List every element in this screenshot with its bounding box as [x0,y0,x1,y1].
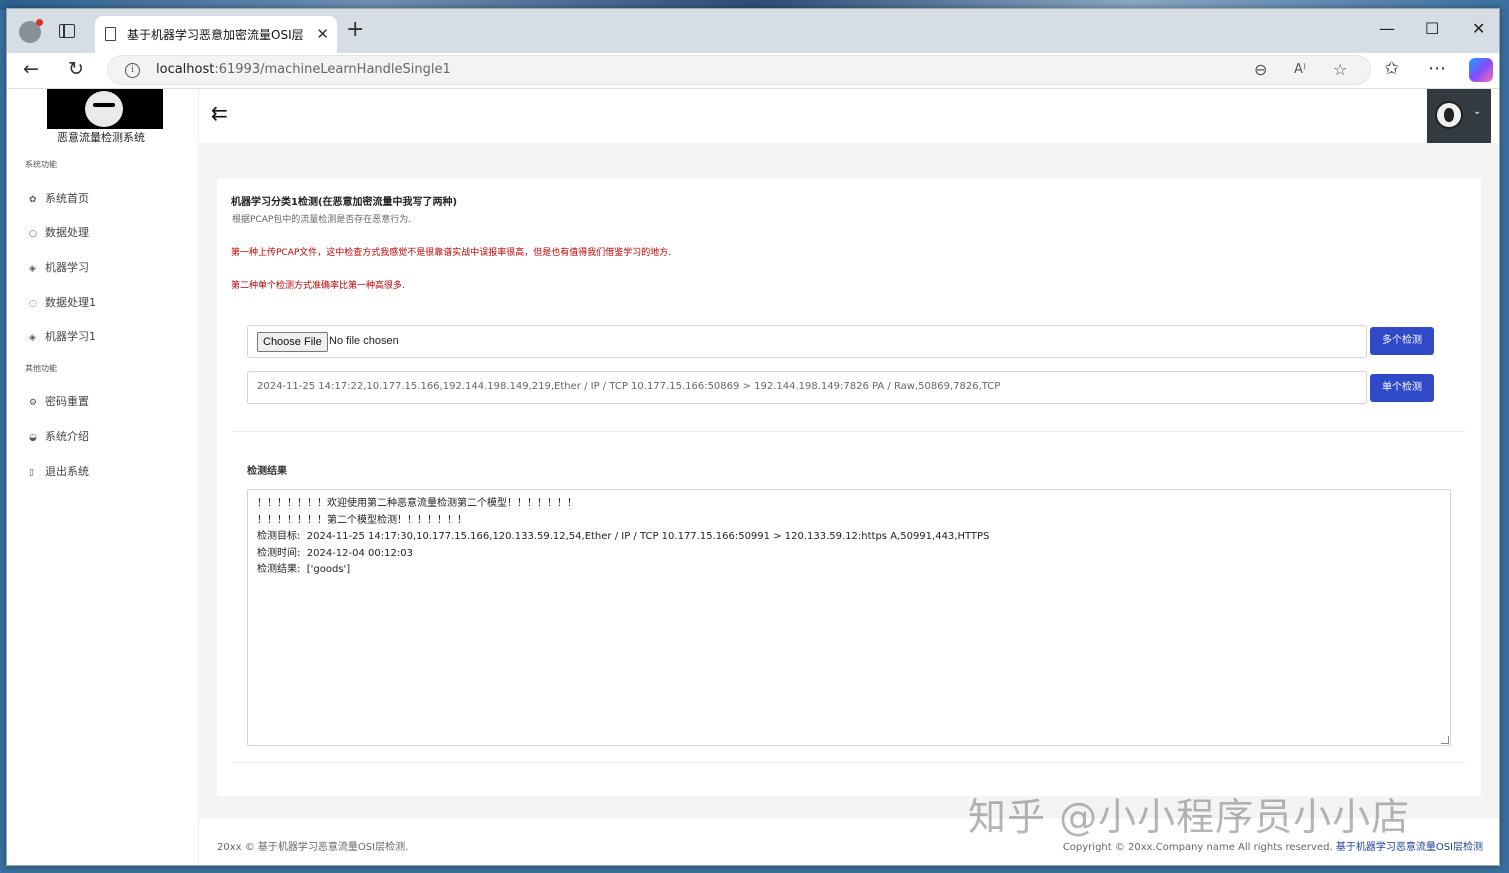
browser-window: 基于机器学习恶意加密流量OSI层检测 ✕ + — ☐ ✕ ← ↻ i local… [6,8,1500,866]
result-label: 检测结果 [247,466,287,477]
divider [233,762,1465,763]
web-page: 恶意流量检测系统 系统功能 ✿ 系统首页 ○ 数据处理 ◈ 机器学习 ◌ 数据处理1 ◈… [7,89,1499,865]
key-icon: ⚙ [29,398,38,408]
divider [233,431,1465,432]
sidebar-item-home[interactable]: ✿ 系统首页 [29,190,89,206]
file-status: No file chosen [329,335,399,347]
profile-icon[interactable] [19,19,43,43]
result-line: 检测时间: 2024-12-04 00:12:03 [257,547,413,559]
info-icon: ◒ [29,433,37,443]
sidebar-item-label: 数据处理1 [45,296,96,309]
result-line: ！！！！！！！第二个模型检测！！！！！！！ [257,514,467,526]
more-icon[interactable]: ⋯ [1428,58,1446,79]
logout-icon: ▯ [29,468,34,478]
address-input[interactable]: i localhost:61993/machineLearnHandleSing… [107,55,1371,85]
single-detect-button[interactable]: 单个检测 [1370,374,1434,402]
result-textarea[interactable]: ！！！！！！！欢迎使用第二种恶意流量检测第二个模型！！！！！！！ ！！！！！！！… [247,489,1451,746]
copyright-text: Copyright © 20xx.Company name All rights… [1062,842,1333,853]
mask-logo-icon [85,91,123,127]
result-line: 检测目标: 2024-11-25 14:17:30,10.177.15.166,… [257,531,990,542]
sidebar-item-logout[interactable]: ▯ 退出系统 [29,463,89,479]
single-input-box [247,371,1367,404]
tab-bar: 基于机器学习恶意加密流量OSI层检测 ✕ + — ☐ ✕ [7,9,1499,53]
back-icon[interactable]: ← [23,58,39,80]
user-menu[interactable]: ⌄ [1427,89,1491,143]
choose-file-button[interactable]: Choose File [257,332,328,352]
url-text[interactable]: localhost:61993/machineLearnHandleSingle… [156,62,451,77]
sidebar-item-machine-learning[interactable]: ◈ 机器学习 [29,259,89,275]
tab-actions-icon[interactable] [59,24,75,38]
url-path: :61993/machineLearnHandleSingle1 [214,62,451,77]
home-icon: ✿ [29,195,37,205]
new-tab-button[interactable]: + [346,17,364,42]
sidebar-item-label: 系统首页 [45,192,89,205]
gem-icon: ◈ [29,264,36,274]
detection-card: 机器学习分类1检测(在恶意加密流量中我写了两种) 根据PCAP包中的流量检测是否… [217,179,1481,796]
logo-image[interactable] [47,89,163,129]
read-aloud-icon[interactable]: A⁾ [1294,62,1306,77]
sidebar-item-label: 系统介绍 [45,430,89,443]
search-icon: ◌ [29,299,37,309]
single-detect-input[interactable] [257,381,1357,392]
browser-tab-active[interactable]: 基于机器学习恶意加密流量OSI层检测 ✕ [95,16,337,53]
sidebar-item-data-processing[interactable]: ○ 数据处理 [29,224,89,240]
note-method-two: 第二种单个检测方式准确率比第一种高很多. [231,281,405,291]
note-method-one: 第一种上传PCAP文件，这中检查方式我感觉不是很靠谱实战中误报率很高，但是也有值… [231,248,672,258]
top-navbar: ⇇ ⌄ [199,89,1499,143]
sidebar-item-password-reset[interactable]: ⚙ 密码重置 [29,393,89,409]
favorites-icon[interactable]: ✩ [1384,58,1399,79]
zoom-icon[interactable]: ⊖ [1254,60,1267,79]
chevron-down-icon[interactable]: ⌄ [1473,106,1481,117]
file-upload-field: Choose File No file chosen [247,325,1367,358]
card-title: 机器学习分类1检测(在恶意加密流量中我写了两种) [231,197,458,208]
sidebar-item-data-processing-1[interactable]: ◌ 数据处理1 [29,294,96,310]
sidebar-item-label: 数据处理 [45,226,89,239]
menu-toggle-icon[interactable]: ⇇ [211,101,228,125]
document-icon [105,27,116,41]
minimize-button[interactable]: — [1379,19,1395,38]
gem-icon: ◈ [29,333,36,343]
sidebar-item-label: 机器学习1 [45,330,96,343]
multi-detect-button[interactable]: 多个检测 [1370,327,1434,355]
close-icon[interactable]: ✕ [316,25,329,43]
favorite-star-icon[interactable]: ☆ [1333,60,1347,79]
result-line: 检测结果: ['goods'] [257,564,351,575]
watermark: 知乎 @小小程序员小小店 [968,795,1411,839]
sidebar: 恶意流量检测系统 系统功能 ✿ 系统首页 ○ 数据处理 ◈ 机器学习 ◌ 数据处理1 ◈… [7,89,199,865]
circle-icon: ○ [29,229,37,239]
resize-handle[interactable] [1441,736,1449,744]
sidebar-item-label: 机器学习 [45,261,89,274]
logo-text: 恶意流量检测系统 [57,131,145,144]
avatar[interactable] [1435,101,1463,129]
address-bar-row: ← ↻ i localhost:61993/machineLearnHandle… [7,53,1499,89]
copilot-icon[interactable] [1469,58,1493,82]
result-line: ！！！！！！！欢迎使用第二种恶意流量检测第二个模型！！！！！！！ [257,498,577,509]
info-icon[interactable]: i [125,63,140,78]
refresh-icon[interactable]: ↻ [68,58,84,80]
footer-link[interactable]: 基于机器学习恶意流量OSI层检测 [1336,842,1483,853]
footer-left: 20xx © 基于机器学习恶意流量OSI层检测. [217,842,409,853]
tab-title: 基于机器学习恶意加密流量OSI层检测 [127,28,303,42]
card-subtitle: 根据PCAP包中的流量检测是否存在恶意行为. [232,215,412,225]
sidebar-item-label: 退出系统 [45,465,89,478]
close-window-button[interactable]: ✕ [1472,19,1485,38]
maximize-button[interactable]: ☐ [1425,19,1439,38]
sidebar-item-label: 密码重置 [45,395,89,408]
url-host: localhost [156,62,215,77]
sidebar-group-other: 其他功能 [25,364,57,373]
sidebar-group-system: 系统功能 [25,160,57,169]
sidebar-item-system-intro[interactable]: ◒ 系统介绍 [29,428,89,444]
sidebar-item-machine-learning-1[interactable]: ◈ 机器学习1 [29,328,96,344]
